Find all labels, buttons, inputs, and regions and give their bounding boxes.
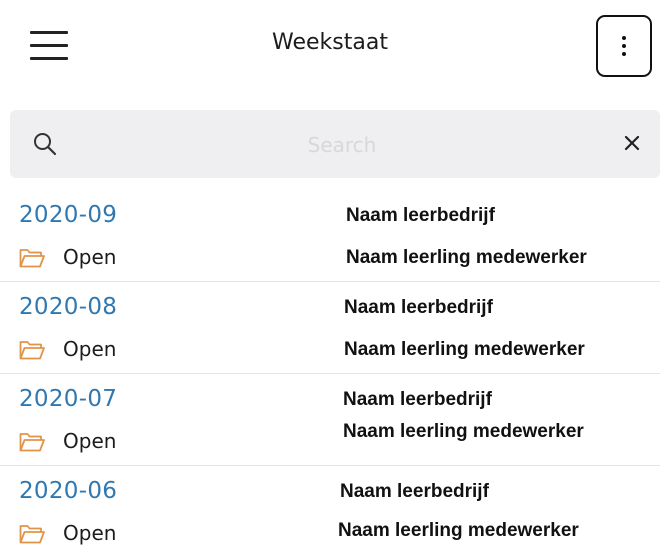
hamburger-line — [30, 57, 68, 60]
page-title: Weekstaat — [272, 30, 388, 55]
list-item[interactable]: 2020-06 Open Naam leerbedrijf Naam leerl… — [0, 466, 660, 557]
list-item[interactable]: 2020-09 Open Naam leerbedrijf Naam leerl… — [0, 190, 660, 282]
search-icon[interactable] — [32, 131, 58, 157]
list-item[interactable]: 2020-08 Open Naam leerbedrijf Naam leerl… — [0, 282, 660, 374]
student-name: Naam leerling medewerker — [343, 421, 584, 442]
close-icon[interactable] — [621, 132, 643, 154]
top-app-bar: Weekstaat — [0, 0, 660, 96]
vertical-dots-icon — [622, 52, 626, 56]
search-input[interactable] — [70, 124, 614, 166]
student-name: Naam leerling medewerker — [346, 247, 587, 268]
folder-open-icon — [19, 341, 45, 360]
status-label: Open — [63, 245, 117, 269]
company-name: Naam leerbedrijf — [343, 389, 492, 410]
status-label: Open — [63, 521, 117, 545]
company-name: Naam leerbedrijf — [346, 205, 495, 226]
company-name: Naam leerbedrijf — [340, 481, 489, 502]
company-name: Naam leerbedrijf — [344, 297, 493, 318]
vertical-dots-icon — [622, 36, 626, 40]
status-label: Open — [63, 337, 117, 361]
period-label: 2020-08 — [19, 294, 118, 320]
folder-open-icon — [19, 433, 45, 452]
period-label: 2020-09 — [19, 202, 118, 228]
search-bar — [10, 110, 660, 178]
list-item[interactable]: 2020-07 Open Naam leerbedrijf Naam leerl… — [0, 374, 660, 466]
folder-open-icon — [19, 525, 45, 544]
period-label: 2020-07 — [19, 386, 118, 412]
period-label: 2020-06 — [19, 478, 118, 504]
student-name: Naam leerling medewerker — [344, 339, 585, 360]
timesheet-list: 2020-09 Open Naam leerbedrijf Naam leerl… — [0, 190, 660, 557]
student-name: Naam leerling medewerker — [338, 520, 579, 541]
more-options-button[interactable] — [596, 15, 652, 77]
vertical-dots-icon — [622, 44, 626, 48]
status-label: Open — [63, 429, 117, 453]
folder-open-icon — [19, 249, 45, 268]
